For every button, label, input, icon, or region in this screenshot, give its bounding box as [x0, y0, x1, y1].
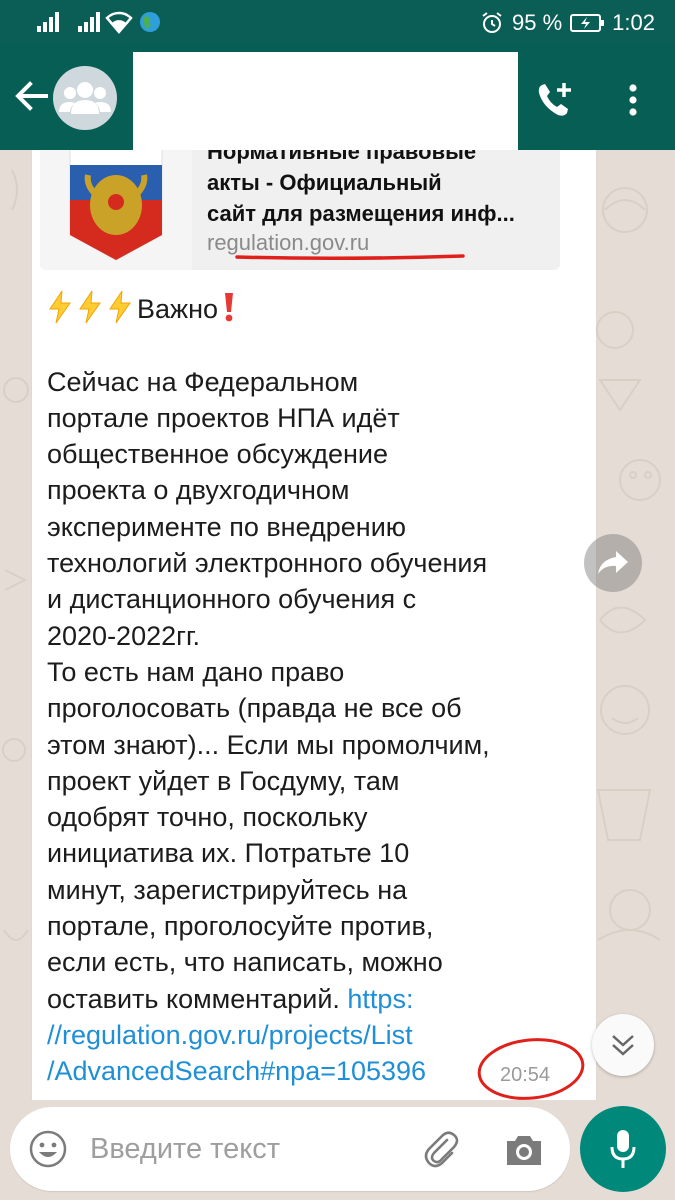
- chat-area[interactable]: Нормативные правовые акты - Официальный …: [0, 150, 675, 1100]
- battery-percent: 95 %: [512, 9, 563, 35]
- battery-charging-icon: [570, 13, 605, 32]
- message-input[interactable]: Введите текст: [10, 1107, 570, 1191]
- link-preview-thumbnail: [40, 150, 192, 270]
- group-avatar-icon: [59, 82, 111, 114]
- annotation-underline: [235, 254, 465, 261]
- forward-button[interactable]: [584, 534, 642, 592]
- message-text: Важно Сейчас на Федеральном портале прое…: [47, 290, 582, 1090]
- lightning-icon: [49, 290, 71, 324]
- input-placeholder: Введите текст: [90, 1133, 281, 1165]
- camera-icon: [507, 1136, 541, 1165]
- scroll-down-button[interactable]: [592, 1014, 654, 1076]
- forward-icon: [598, 551, 628, 574]
- camera-button[interactable]: [502, 1129, 546, 1171]
- signal-icon: [37, 12, 59, 32]
- important-line: Важно: [47, 290, 236, 324]
- mic-icon: [610, 1130, 636, 1168]
- status-bar: 95 % 1:02: [0, 0, 675, 45]
- lightning-icon: [79, 290, 101, 324]
- back-button[interactable]: [10, 75, 52, 117]
- more-vert-icon: [629, 84, 637, 116]
- link-preview-title: Нормативные правовые акты - Официальный …: [207, 150, 515, 226]
- message-body: Сейчас на Федеральном портале проектов Н…: [47, 366, 490, 1014]
- mic-button[interactable]: [580, 1106, 666, 1192]
- important-label: Важно: [137, 294, 219, 324]
- attach-button[interactable]: [420, 1129, 462, 1171]
- paperclip-icon: [424, 1131, 459, 1168]
- double-chevron-down-icon: [612, 1035, 634, 1056]
- group-avatar[interactable]: [53, 66, 117, 130]
- emoji-icon: [29, 1130, 67, 1168]
- message-input-bar: Введите текст: [0, 1100, 675, 1200]
- link-preview-card[interactable]: Нормативные правовые акты - Официальный …: [40, 150, 560, 270]
- lightning-icon: [109, 290, 131, 324]
- redacted-chat-title: [133, 52, 518, 150]
- exclamation-icon: [225, 293, 234, 322]
- emoji-button[interactable]: [28, 1129, 68, 1169]
- add-call-icon: [538, 83, 571, 116]
- link-preview-domain: regulation.gov.ru: [207, 230, 370, 255]
- chat-header: [0, 45, 675, 150]
- signal-icon-2: [78, 12, 100, 32]
- add-call-button[interactable]: [530, 75, 580, 125]
- alarm-icon: [482, 11, 502, 33]
- russian-coat-of-arms-icon: [69, 150, 163, 261]
- status-time: 1:02: [612, 9, 655, 35]
- globe-icon: [140, 12, 160, 32]
- status-right: 95 % 1:02: [480, 0, 655, 45]
- more-menu-button[interactable]: [612, 75, 654, 125]
- arrow-left-icon: [15, 81, 48, 111]
- annotation-circle: [477, 1038, 585, 1100]
- wifi-icon: [105, 11, 133, 34]
